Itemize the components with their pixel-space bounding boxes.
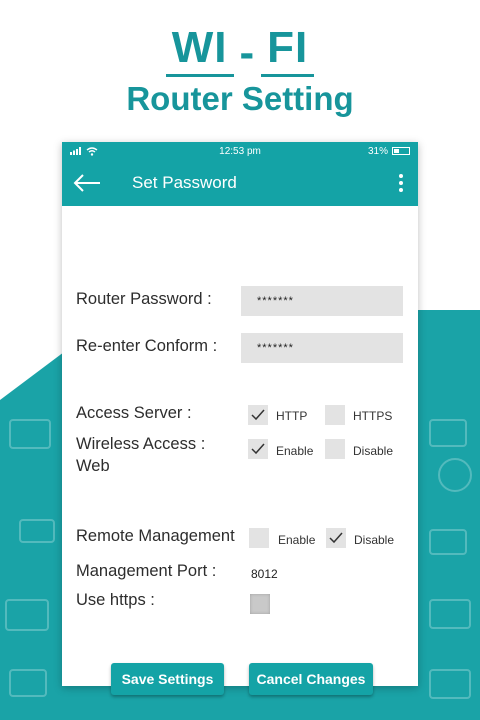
- more-vertical-icon[interactable]: [394, 168, 408, 198]
- wireless-disable-checkbox[interactable]: [325, 439, 345, 459]
- hero-title: WI - FI Router Setting: [0, 24, 480, 119]
- remote-enable-checkbox[interactable]: [249, 528, 269, 548]
- app-bar-title: Set Password: [132, 173, 237, 192]
- remote-disable-label: Disable: [354, 533, 395, 547]
- wireless-access-label: Wireless Access :: [76, 435, 206, 453]
- app-bar: Set Password: [62, 160, 418, 206]
- wireless-disable-label: Disable: [353, 444, 394, 458]
- cancel-changes-button[interactable]: Cancel Changes: [249, 663, 373, 695]
- remote-disable-checkbox[interactable]: [326, 528, 346, 548]
- status-bar: 12:53 pm 31%: [62, 142, 418, 160]
- arrow-left-icon: [73, 174, 100, 192]
- hero-wi: WI: [165, 24, 234, 77]
- remote-enable-label: Enable: [278, 533, 316, 547]
- access-https-label: HTTPS: [353, 409, 393, 423]
- signal-wifi-group: [70, 146, 98, 156]
- battery-percent: 31%: [367, 145, 388, 157]
- access-http-label: HTTP: [276, 409, 308, 423]
- reenter-password-input[interactable]: *******: [241, 333, 403, 363]
- remote-management-label: Remote Management: [76, 527, 235, 545]
- battery-group: 31%: [368, 146, 410, 157]
- use-https-checkbox[interactable]: [250, 594, 270, 614]
- management-port-value[interactable]: 8012: [251, 567, 278, 581]
- hero-fi: FI: [261, 24, 315, 77]
- management-port-label: Management Port :: [76, 562, 217, 580]
- wireless-enable-label: Enable: [276, 444, 314, 458]
- router-password-label: Router Password :: [76, 290, 212, 308]
- access-http-checkbox[interactable]: [248, 405, 268, 425]
- battery-icon: [392, 147, 410, 155]
- signal-icon: [70, 147, 81, 155]
- reenter-password-label: Re-enter Conform :: [76, 337, 218, 355]
- back-button[interactable]: [72, 168, 108, 198]
- hero-title-line-1: WI - FI: [165, 24, 315, 77]
- save-settings-button[interactable]: Save Settings: [111, 663, 224, 695]
- hero-dash: -: [239, 28, 256, 77]
- wifi-icon: [86, 146, 98, 156]
- phone-screen: 12:53 pm 31% Set Password Router Passwor…: [62, 142, 418, 695]
- wireless-access-label-web: Web: [76, 457, 110, 475]
- access-https-checkbox[interactable]: [325, 405, 345, 425]
- use-https-label: Use https :: [76, 591, 155, 609]
- settings-form: Router Password : ******* Re-enter Confo…: [62, 206, 418, 695]
- hero-subtitle: Router Setting: [126, 80, 354, 117]
- access-server-label: Access Server :: [76, 404, 192, 422]
- checkmark-icon: [251, 409, 265, 421]
- wireless-enable-checkbox[interactable]: [248, 439, 268, 459]
- checkmark-icon: [251, 443, 265, 455]
- router-password-input[interactable]: *******: [241, 286, 403, 316]
- checkmark-icon: [329, 532, 343, 544]
- status-time: 12:53 pm: [219, 145, 261, 157]
